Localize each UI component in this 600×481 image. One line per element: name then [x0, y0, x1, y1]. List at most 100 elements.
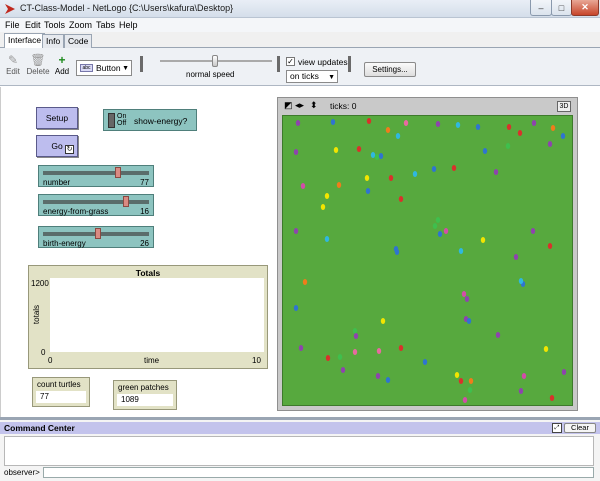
slider-track[interactable] — [43, 200, 149, 204]
plot-y-max: 1200 — [31, 279, 49, 288]
turtle — [451, 165, 457, 171]
turtle — [374, 154, 380, 160]
slider-knob[interactable] — [115, 167, 121, 178]
horizontal-arrows-icon[interactable]: ◂▸ — [295, 101, 304, 110]
turtle — [495, 332, 501, 338]
turtle — [295, 120, 301, 126]
turtle — [505, 143, 511, 149]
interface-panel: Setup Go ↻ On Off show-energy? number 77… — [0, 87, 600, 417]
turtle — [435, 217, 441, 223]
monitor-name: count turtles — [37, 380, 81, 389]
turtle — [353, 333, 359, 339]
slider-knob[interactable] — [95, 228, 101, 239]
toolbar-separator — [140, 56, 143, 72]
turtle — [550, 125, 556, 131]
turtle — [375, 373, 381, 379]
command-input[interactable] — [43, 467, 594, 478]
edit-tool[interactable]: ✎ Edit — [5, 53, 21, 76]
turtle — [461, 291, 467, 297]
number-slider[interactable]: number 77 — [38, 165, 154, 187]
settings-button[interactable]: Settings... — [364, 62, 416, 77]
update-mode-select[interactable]: on ticks ▼ — [286, 70, 338, 83]
slider-value: 26 — [140, 239, 149, 248]
turtle — [432, 223, 438, 229]
tab-interface[interactable]: Interface — [4, 33, 46, 49]
maximize-button[interactable]: □ — [551, 0, 572, 16]
switch-states: On Off — [117, 113, 126, 127]
switch-toggle[interactable] — [108, 113, 115, 128]
slider-knob[interactable] — [123, 196, 129, 207]
follow-icon[interactable]: ◩ — [284, 101, 293, 110]
plot-y-min: 0 — [41, 348, 46, 357]
go-button[interactable]: Go ↻ — [36, 135, 78, 157]
turtle — [531, 120, 537, 126]
tab-code[interactable]: Code — [64, 34, 93, 48]
speed-slider-knob[interactable] — [212, 55, 218, 67]
turtle — [431, 166, 437, 172]
chevron-down-icon: ▼ — [122, 65, 129, 72]
turtle — [398, 196, 404, 202]
turtle — [482, 148, 488, 154]
monitor-value: 1089 — [117, 394, 173, 406]
turtle — [462, 397, 468, 403]
tab-info[interactable]: Info — [42, 34, 65, 48]
add-tool[interactable]: + Add — [54, 53, 70, 76]
view-updates-label: view updates — [298, 57, 348, 67]
command-center: Command Center ⤢ Clear observer> — [0, 417, 600, 481]
setup-button[interactable]: Setup — [36, 107, 78, 129]
slider-track[interactable] — [43, 171, 149, 175]
delete-tool[interactable]: 🗑 Delete — [25, 53, 51, 76]
go-button-label: Go — [51, 141, 63, 151]
show-energy-switch[interactable]: On Off show-energy? — [103, 109, 197, 131]
turtle — [530, 228, 536, 234]
edit-label: Edit — [6, 67, 20, 76]
plot-y-label: totals — [32, 304, 42, 325]
turtle — [518, 388, 524, 394]
world-canvas[interactable] — [282, 115, 573, 406]
plot-x-label: time — [144, 356, 160, 365]
resize-icon[interactable]: ⤢ — [552, 423, 562, 433]
trash-icon: 🗑 — [30, 53, 46, 67]
ticks-counter: ticks: 0 — [330, 101, 357, 111]
turtle — [475, 124, 481, 130]
energy-from-grass-slider[interactable]: energy-from-grass 16 — [38, 194, 154, 216]
turtle — [376, 348, 382, 354]
widget-type-select[interactable]: abc Button ▼ — [76, 60, 132, 76]
switch-off-label: Off — [117, 120, 127, 127]
minimize-button[interactable]: – — [530, 0, 552, 16]
slider-name: birth-energy — [43, 239, 86, 248]
agent-selector[interactable]: observer> — [4, 468, 40, 477]
menu-help[interactable]: Help — [119, 20, 138, 30]
menu-tabs[interactable]: Tabs — [96, 20, 115, 30]
birth-energy-slider[interactable]: birth-energy 26 — [38, 226, 154, 248]
plot-area — [50, 278, 264, 352]
close-button[interactable]: ✕ — [571, 0, 599, 16]
menu-zoom[interactable]: Zoom — [69, 20, 92, 30]
menu-file[interactable]: File — [5, 20, 20, 30]
command-center-header: Command Center ⤢ Clear — [0, 422, 600, 434]
plus-icon: + — [58, 53, 66, 67]
view-updates-checkbox[interactable]: ✓ — [286, 57, 295, 66]
menu-edit[interactable]: Edit — [25, 20, 41, 30]
turtle — [388, 175, 394, 181]
turtle — [324, 193, 330, 199]
turtle — [412, 171, 418, 177]
menu-tools[interactable]: Tools — [44, 20, 65, 30]
turtle — [302, 279, 308, 285]
turtle — [293, 149, 299, 155]
chevron-down-icon: ▼ — [328, 74, 335, 81]
turtle — [380, 318, 386, 324]
plot-title: Totals — [135, 268, 161, 278]
3d-view-button[interactable]: 3D — [557, 101, 571, 112]
turtle — [513, 254, 519, 260]
vertical-arrows-icon[interactable]: ⬍ — [310, 101, 318, 110]
turtle — [561, 369, 567, 375]
turtle — [385, 127, 391, 133]
turtle — [543, 346, 549, 352]
slider-name: number — [43, 178, 71, 187]
turtle — [336, 182, 342, 188]
turtle — [458, 248, 464, 254]
clear-button[interactable]: Clear — [564, 423, 596, 433]
turtle — [395, 133, 401, 139]
turtle — [518, 278, 524, 284]
